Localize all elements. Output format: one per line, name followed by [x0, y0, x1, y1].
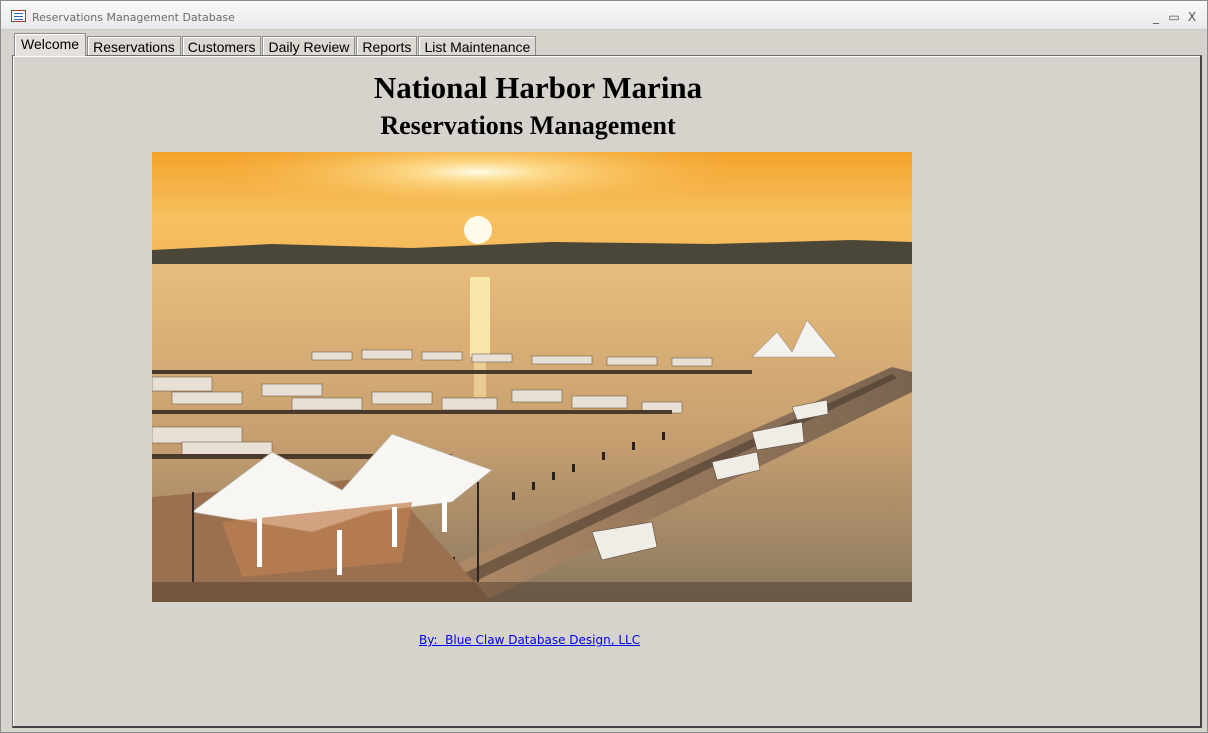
tab-list-maintenance[interactable]: List Maintenance	[418, 36, 537, 56]
welcome-panel: National Harbor Marina Reservations Mana…	[12, 55, 1202, 728]
tab-reservations[interactable]: Reservations	[87, 36, 181, 56]
window-title: Reservations Management Database	[32, 11, 235, 24]
close-icon[interactable]: X	[1185, 10, 1199, 24]
title-bar: Reservations Management Database _ ▭ X	[1, 1, 1207, 30]
tab-welcome[interactable]: Welcome	[14, 33, 87, 56]
page-subtitle: Reservations Management	[380, 111, 676, 140]
window-controls: _ ▭ X	[1149, 10, 1199, 24]
minimize-icon[interactable]: _	[1149, 10, 1163, 24]
page-title: National Harbor Marina	[373, 70, 703, 105]
credit-link[interactable]: By: Blue Claw Database Design, LLC	[419, 633, 640, 647]
app-window: Reservations Management Database _ ▭ X W…	[0, 0, 1208, 733]
form-icon	[11, 10, 26, 22]
tab-daily-review[interactable]: Daily Review	[262, 36, 356, 56]
maximize-icon[interactable]: ▭	[1167, 10, 1181, 24]
marina-sunset-image	[152, 152, 912, 602]
tab-strip: Welcome Reservations Customers Daily Rev…	[14, 33, 537, 56]
tab-reports[interactable]: Reports	[356, 36, 418, 56]
tab-customers[interactable]: Customers	[181, 36, 262, 56]
marina-photo	[152, 152, 912, 602]
